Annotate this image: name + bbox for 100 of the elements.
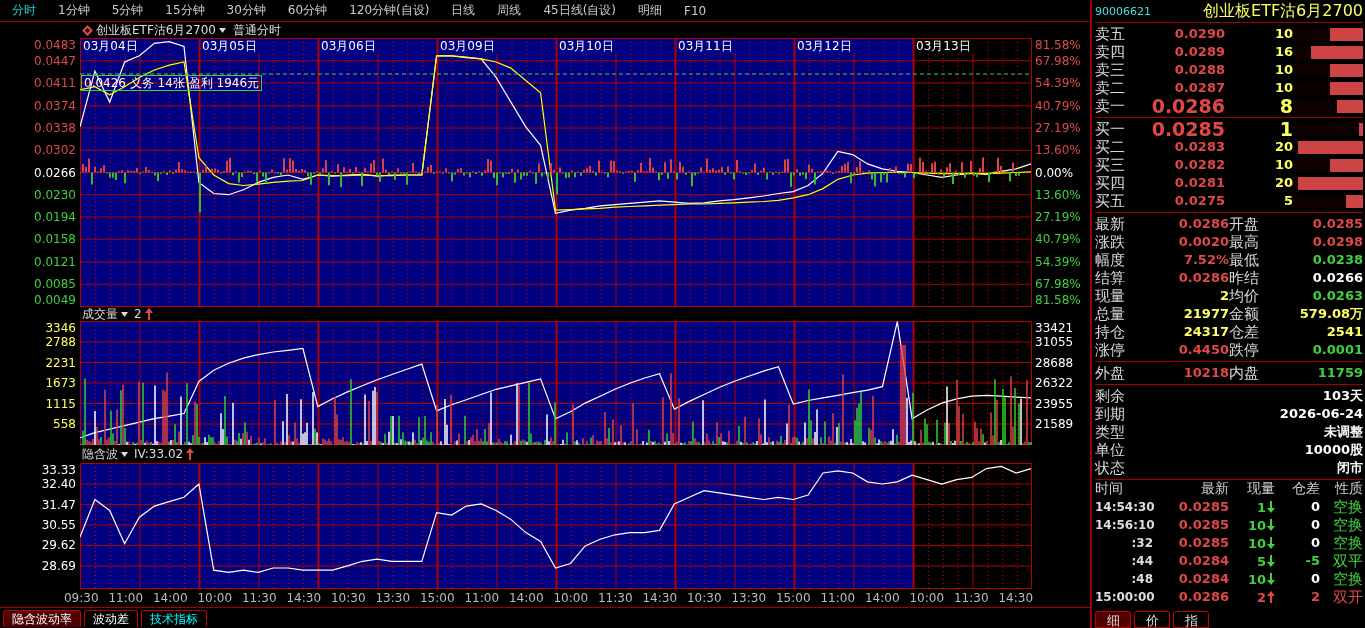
trade-time: :44 xyxy=(1130,553,1153,570)
info-label: 剩余 xyxy=(1095,387,1125,405)
time-axis-label: 11:00 xyxy=(107,591,145,605)
order-price: 0.0283 xyxy=(1173,138,1225,156)
trade-type: 空换 xyxy=(1332,534,1363,552)
order-volume: 1 xyxy=(1278,120,1293,138)
indicator-tab[interactable]: 技术指标 xyxy=(141,610,207,627)
caret-icon[interactable] xyxy=(121,311,128,317)
detail-tab[interactable]: 指 xyxy=(1173,611,1209,628)
indicator-tab[interactable]: 隐含波动率 xyxy=(3,610,81,627)
percent-axis-label: 67.98% xyxy=(1035,277,1081,292)
period-tab[interactable]: 15分钟 xyxy=(165,2,205,19)
column-header: 现量 xyxy=(1246,480,1275,498)
order-level-label: 买四 xyxy=(1095,174,1126,192)
trade-type: 空换 xyxy=(1332,570,1363,588)
order-price: 0.0288 xyxy=(1173,61,1225,79)
period-tab[interactable]: 周线 xyxy=(497,2,522,19)
open-interest-axis-label: 28688 xyxy=(1035,355,1074,370)
stat-value: 2 xyxy=(1218,287,1229,305)
price-axis-label: 0.0049 xyxy=(34,293,76,307)
stat-label: 幅度 xyxy=(1095,251,1126,269)
stat-label: 跌停 xyxy=(1229,341,1260,359)
stat-value: 0.0286 xyxy=(1177,215,1229,233)
percent-axis-label: 81.58% xyxy=(1035,293,1081,307)
trade-time: :32 xyxy=(1130,535,1153,552)
info-value: 2026-06-24 xyxy=(1279,405,1363,423)
stat-label: 涨跌 xyxy=(1095,233,1126,251)
caret-icon[interactable] xyxy=(121,451,128,457)
info-label: 单位 xyxy=(1095,441,1125,459)
date-label: 03月06日 xyxy=(321,39,376,53)
info-value: 10000股 xyxy=(1304,441,1363,459)
time-axis-label: 10:30 xyxy=(329,591,367,605)
stat-value: 2541 xyxy=(1325,323,1363,341)
indicator-title: 成交量 xyxy=(82,305,118,323)
trade-change: -5 xyxy=(1304,552,1320,570)
stat-value: 0.0298 xyxy=(1311,233,1363,251)
date-label: 03月04日 xyxy=(83,39,138,53)
detail-tab[interactable]: 价 xyxy=(1134,611,1170,628)
percent-axis-label: 27.19% xyxy=(1035,209,1081,224)
period-tab[interactable]: 45日线(自设) xyxy=(543,2,617,19)
percent-axis-label: 13.60% xyxy=(1035,187,1081,202)
order-price: 0.0281 xyxy=(1173,174,1225,192)
trade-volume: 10 xyxy=(1247,517,1266,533)
trade-change: 0 xyxy=(1309,498,1320,516)
stat-value: 0.4450 xyxy=(1177,341,1229,359)
period-tab[interactable]: 明细 xyxy=(638,2,663,19)
iv-axis-label: 31.47 xyxy=(41,497,76,512)
time-axis-label: 14:00 xyxy=(507,591,545,605)
time-axis-label: 11:30 xyxy=(240,591,278,605)
iv-axis-label: 30.55 xyxy=(41,517,76,532)
order-price: 0.0287 xyxy=(1173,79,1225,97)
order-level-label: 卖一 xyxy=(1095,97,1126,115)
volume-axis-label: 3346 xyxy=(45,321,76,335)
indicator-title: 隐含波 xyxy=(82,445,118,463)
info-value: 103天 xyxy=(1322,387,1363,405)
time-axis-label: 14:00 xyxy=(151,591,189,605)
price-axis-label: 0.0158 xyxy=(34,232,76,247)
period-tab[interactable]: 分时 xyxy=(12,2,36,19)
percent-axis-label: 54.39% xyxy=(1035,75,1081,90)
period-tab[interactable]: 5分钟 xyxy=(111,2,144,19)
order-price: 0.0275 xyxy=(1173,192,1225,210)
stat-label: 总量 xyxy=(1095,305,1126,323)
period-tab[interactable]: 日线 xyxy=(451,2,476,19)
order-volume: 5 xyxy=(1282,192,1293,210)
time-axis-label: 10:00 xyxy=(552,591,590,605)
order-price: 0.0289 xyxy=(1173,43,1225,61)
order-volume: 20 xyxy=(1273,174,1293,192)
date-label: 03月09日 xyxy=(440,39,495,53)
order-level-label: 卖五 xyxy=(1095,25,1126,43)
stat-label: 最低 xyxy=(1229,251,1260,269)
iv-axis-label: 29.62 xyxy=(41,538,76,553)
period-tab[interactable]: 60分钟 xyxy=(287,2,328,19)
order-volume: 10 xyxy=(1273,25,1293,43)
trade-type: 空换 xyxy=(1332,498,1363,516)
stat-value: 7.52% xyxy=(1182,251,1229,269)
period-tab[interactable]: 1分钟 xyxy=(58,2,90,19)
order-level-label: 买三 xyxy=(1095,156,1126,174)
caret-icon[interactable] xyxy=(219,27,226,33)
trade-change: 0 xyxy=(1309,516,1320,534)
stat-value: 0.0286 xyxy=(1177,269,1229,287)
period-tab[interactable]: 120分钟(自设) xyxy=(349,2,430,19)
indicator-tab[interactable]: 波动差 xyxy=(84,610,138,627)
period-tab[interactable]: 30分钟 xyxy=(226,2,266,19)
price-axis-label: 0.0194 xyxy=(34,209,76,224)
iv-axis-label: 28.69 xyxy=(41,558,76,573)
contract-name: 创业板ETF沽6月2700 xyxy=(1203,0,1363,22)
order-price: 0.0286 xyxy=(1151,97,1225,115)
trade-type: 双平 xyxy=(1332,552,1363,570)
time-axis-label: 14:00 xyxy=(863,591,901,605)
trade-volume: 10 xyxy=(1247,535,1266,551)
trade-change: 2 xyxy=(1309,588,1320,606)
time-axis-label: 10:00 xyxy=(196,591,234,605)
trade-time: :48 xyxy=(1130,571,1153,588)
period-tab[interactable]: F10 xyxy=(684,3,707,18)
order-price: 0.0282 xyxy=(1173,156,1225,174)
order-volume: 10 xyxy=(1273,156,1293,174)
order-level-label: 买五 xyxy=(1095,192,1126,210)
stat-label: 金额 xyxy=(1229,305,1260,323)
detail-tab[interactable]: 细 xyxy=(1095,611,1131,628)
date-label: 03月10日 xyxy=(559,39,614,53)
